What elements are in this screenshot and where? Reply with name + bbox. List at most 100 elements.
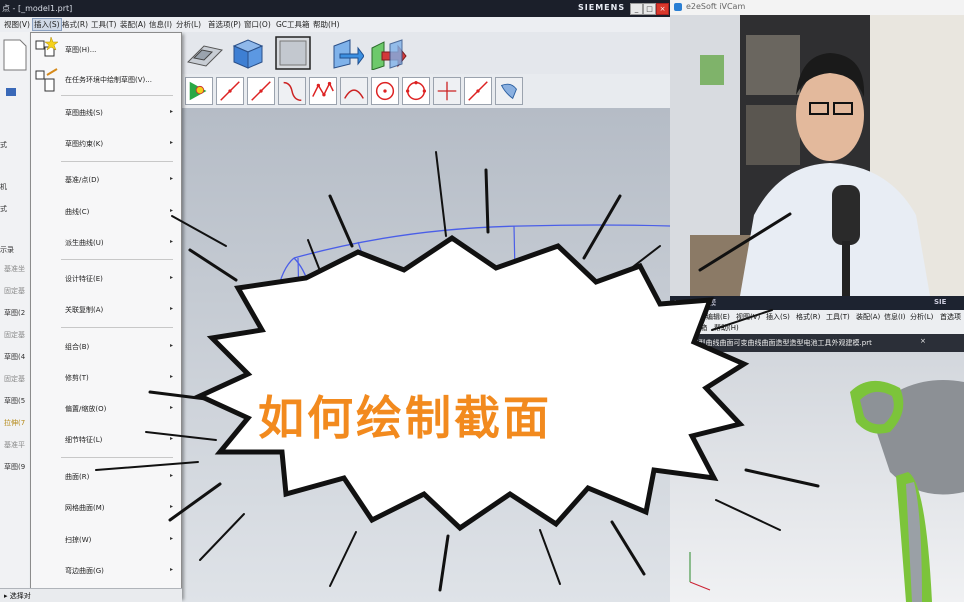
- menu-divider: [61, 259, 173, 260]
- close-button[interactable]: ×: [656, 3, 669, 15]
- menu-divider: [61, 161, 173, 162]
- datum-plane-icon[interactable]: [330, 36, 364, 70]
- nx2-title: NX 12 - 建模: [674, 299, 717, 307]
- nx2-viewport[interactable]: [670, 352, 964, 602]
- menu-gc-toolbox[interactable]: GC工具箱: [276, 19, 310, 30]
- feature-toolbar: [182, 32, 670, 75]
- nav-row: 式: [0, 141, 7, 149]
- nx2-tab-label: 5-UG造型曲线曲面可变曲线曲面造型造型电池工具外观建模.prt: [674, 339, 872, 347]
- maximize-button[interactable]: □: [643, 3, 656, 15]
- dropdown-chevron-icon[interactable]: [6, 88, 16, 96]
- arc-icon[interactable]: [278, 77, 306, 105]
- submenu-arrow-icon: ▸: [170, 373, 174, 380]
- menu-divider: [61, 327, 173, 328]
- block-icon[interactable]: [228, 36, 268, 70]
- menu-format[interactable]: 格式(R): [62, 19, 88, 30]
- menu-view[interactable]: 视图(V): [4, 19, 30, 30]
- fillet-icon[interactable]: [340, 77, 368, 105]
- menu-bar: 视图(V) 插入(S) 格式(R) 工具(T) 装配(A) 信息(I) 分析(L…: [0, 17, 670, 33]
- profile-line-icon[interactable]: [216, 77, 244, 105]
- sweep-surface-icon[interactable]: [495, 77, 523, 105]
- nx2-menu-insert[interactable]: 插入(S): [766, 312, 790, 322]
- line-segment-icon[interactable]: [464, 77, 492, 105]
- nx2-menu-tools[interactable]: 工具(T): [826, 312, 850, 322]
- circle-three-point-icon[interactable]: [402, 77, 430, 105]
- nx2-menu-info[interactable]: 信息(I): [884, 312, 906, 322]
- submenu-arrow-icon: ▸: [170, 404, 174, 411]
- menu-help[interactable]: 帮助(H): [313, 19, 340, 30]
- menu-item-detail-feature[interactable]: 细节特征(L): [65, 435, 102, 445]
- submenu-arrow-icon: ▸: [170, 535, 174, 542]
- webcam-video-feed: [670, 15, 964, 296]
- nx2-menu-edit[interactable]: 编辑(E): [706, 312, 730, 322]
- new-file-icon[interactable]: [2, 38, 28, 72]
- menu-preferences[interactable]: 首选项(P): [208, 19, 241, 30]
- nx2-menu-help[interactable]: 帮助(H): [714, 323, 739, 333]
- graphics-viewport[interactable]: [182, 108, 670, 602]
- extrude-icon[interactable]: [368, 36, 408, 70]
- nx2-menu-view[interactable]: 视图(V): [736, 312, 760, 322]
- status-text: ▸ 选择对: [4, 592, 31, 600]
- sketch-in-task-icon: [35, 68, 58, 92]
- submenu-arrow-icon: ▸: [170, 108, 174, 115]
- nx2-menu-gc-toolbox[interactable]: GC工具箱: [676, 323, 707, 333]
- nx2-file-tab[interactable]: 5-UG造型曲线曲面可变曲线曲面造型造型电池工具外观建模.prt ×: [670, 334, 964, 352]
- nx2-menu-format[interactable]: 格式(R): [796, 312, 820, 322]
- nx2-menu-analysis[interactable]: 分析(L): [910, 312, 933, 322]
- minimize-button[interactable]: _: [630, 3, 643, 15]
- menu-item-sketch-constraint[interactable]: 草图约束(K): [65, 139, 103, 149]
- menu-tools[interactable]: 工具(T): [91, 19, 116, 30]
- menu-divider: [61, 95, 173, 96]
- menu-item-surface[interactable]: 曲面(R): [65, 472, 89, 482]
- menu-item-design-feature[interactable]: 设计特征(E): [65, 274, 103, 284]
- sketch-tool-icon[interactable]: [185, 77, 213, 105]
- webcam-window: e2eSoft iVCam: [670, 0, 964, 296]
- nav-row: 示录: [0, 246, 14, 254]
- menu-item-associative-copy[interactable]: 关联复制(A): [65, 305, 103, 315]
- title-bar: 点 - [_model1.prt] SIEMENS _ □ ×: [0, 0, 670, 17]
- nx2-menu-file[interactable]: 文件(F): [676, 312, 700, 322]
- nx2-menu-assembly[interactable]: 装配(A): [856, 312, 880, 322]
- nx2-title-bar: NX 12 - 建模 SIE: [670, 296, 964, 310]
- nx2-menu-bar: 文件(F) 编辑(E) 视图(V) 插入(S) 格式(R) 工具(T) 装配(A…: [670, 310, 964, 334]
- menu-assembly[interactable]: 装配(A): [120, 19, 146, 30]
- sketch-plane-icon[interactable]: [184, 36, 224, 70]
- select-box-icon[interactable]: [274, 35, 312, 71]
- menu-item-sweep[interactable]: 扫掠(W): [65, 535, 91, 545]
- menu-item-trim[interactable]: 修剪(T): [65, 373, 89, 383]
- menu-item-offset-scale[interactable]: 偏置/缩放(O): [65, 404, 106, 414]
- menu-item-mesh-surface[interactable]: 网格曲面(M): [65, 503, 105, 513]
- menu-analysis[interactable]: 分析(L): [176, 19, 201, 30]
- studio-spline-icon[interactable]: [309, 77, 337, 105]
- menu-insert[interactable]: 插入(S): [32, 18, 62, 31]
- point-icon[interactable]: [433, 77, 461, 105]
- menu-item-sketch-curve[interactable]: 草图曲线(S): [65, 108, 103, 118]
- tab-close-icon[interactable]: ×: [920, 337, 926, 345]
- ivcam-logo-icon: [674, 3, 682, 11]
- nav-row: 式: [0, 205, 7, 213]
- submenu-arrow-icon: ▸: [170, 435, 174, 442]
- sketch-icon: [35, 36, 59, 57]
- nx2-brand: SIE: [934, 298, 947, 306]
- menu-item-sketch-in-task[interactable]: 在任务环境中绘制草图(V)...: [65, 75, 152, 85]
- menu-item-flange-surface[interactable]: 弯边曲面(G): [65, 566, 104, 576]
- submenu-arrow-icon: ▸: [170, 274, 174, 281]
- circle-icon[interactable]: [371, 77, 399, 105]
- nx2-menu-preferences[interactable]: 首选项: [940, 312, 961, 322]
- window-title: 点 - [_model1.prt]: [2, 4, 73, 13]
- nx-secondary-window: NX 12 - 建模 SIE 文件(F) 编辑(E) 视图(V) 插入(S) 格…: [670, 296, 964, 602]
- menu-item-curve[interactable]: 曲线(C): [65, 207, 89, 217]
- line-icon[interactable]: [247, 77, 275, 105]
- menu-info[interactable]: 信息(I): [149, 19, 172, 30]
- submenu-arrow-icon: ▸: [170, 305, 174, 312]
- menu-item-sketch[interactable]: 草图(H)...: [65, 45, 96, 55]
- webcam-title: e2eSoft iVCam: [686, 2, 746, 11]
- menu-item-derived-curve[interactable]: 派生曲线(U): [65, 238, 104, 248]
- menu-item-datum-point[interactable]: 基准/点(D): [65, 175, 99, 185]
- part-navigator: 式 机 式 示录 基准坐 固定基 草图(2 固定基 草图(4 固定基 草图(5 …: [0, 32, 31, 602]
- nx-main-window: 点 - [_model1.prt] SIEMENS _ □ × 视图(V) 插入…: [0, 0, 670, 602]
- submenu-arrow-icon: ▸: [170, 207, 174, 214]
- submenu-arrow-icon: ▸: [170, 342, 174, 349]
- menu-item-combine[interactable]: 组合(B): [65, 342, 89, 352]
- menu-window[interactable]: 窗口(O): [244, 19, 271, 30]
